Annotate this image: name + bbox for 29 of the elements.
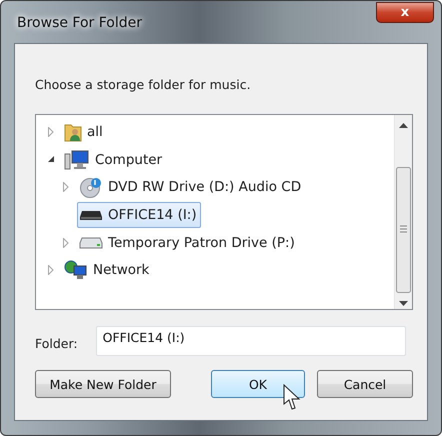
dialog-button[interactable]: Cancel — [317, 370, 413, 398]
expand-arrow-icon[interactable] — [48, 126, 54, 137]
expand-arrow-icon[interactable] — [63, 182, 69, 192]
folder-label: Folder: — [35, 336, 78, 350]
tree-item[interactable]: OFFICE14 (I:) — [77, 202, 201, 228]
scroll-up-icon[interactable] — [399, 123, 408, 129]
window-title: Browse For Folder — [17, 15, 142, 31]
close-button[interactable]: x — [376, 2, 434, 23]
tree-item[interactable]: Temporary Patron Drive (P:) — [77, 230, 299, 256]
user-folder-icon — [64, 122, 82, 142]
disc-icon — [79, 176, 103, 198]
network-icon — [64, 260, 88, 280]
expand-arrow-icon[interactable] — [63, 238, 69, 248]
computer-icon — [64, 150, 90, 170]
drive-icon — [79, 208, 103, 221]
tree-item[interactable]: all — [62, 118, 107, 145]
mouse-pointer-icon — [283, 384, 301, 411]
collapse-arrow-icon[interactable] — [48, 156, 55, 164]
dialog-button[interactable]: OK — [211, 370, 305, 398]
prompt-text: Choose a storage folder for music. — [35, 77, 252, 92]
dialog-button[interactable]: Make New Folder — [35, 370, 171, 398]
tree-item[interactable]: Computer — [62, 146, 166, 173]
drive-icon — [79, 236, 103, 249]
scrollbar-thumb[interactable] — [396, 167, 411, 293]
folder-field[interactable]: OFFICE14 (I:) — [96, 326, 406, 356]
tree-item[interactable]: Network — [62, 257, 154, 284]
tree-item[interactable]: DVD RW Drive (D:) Audio CD — [77, 174, 306, 200]
scroll-down-icon[interactable] — [399, 301, 408, 307]
expand-arrow-icon[interactable] — [48, 265, 54, 276]
